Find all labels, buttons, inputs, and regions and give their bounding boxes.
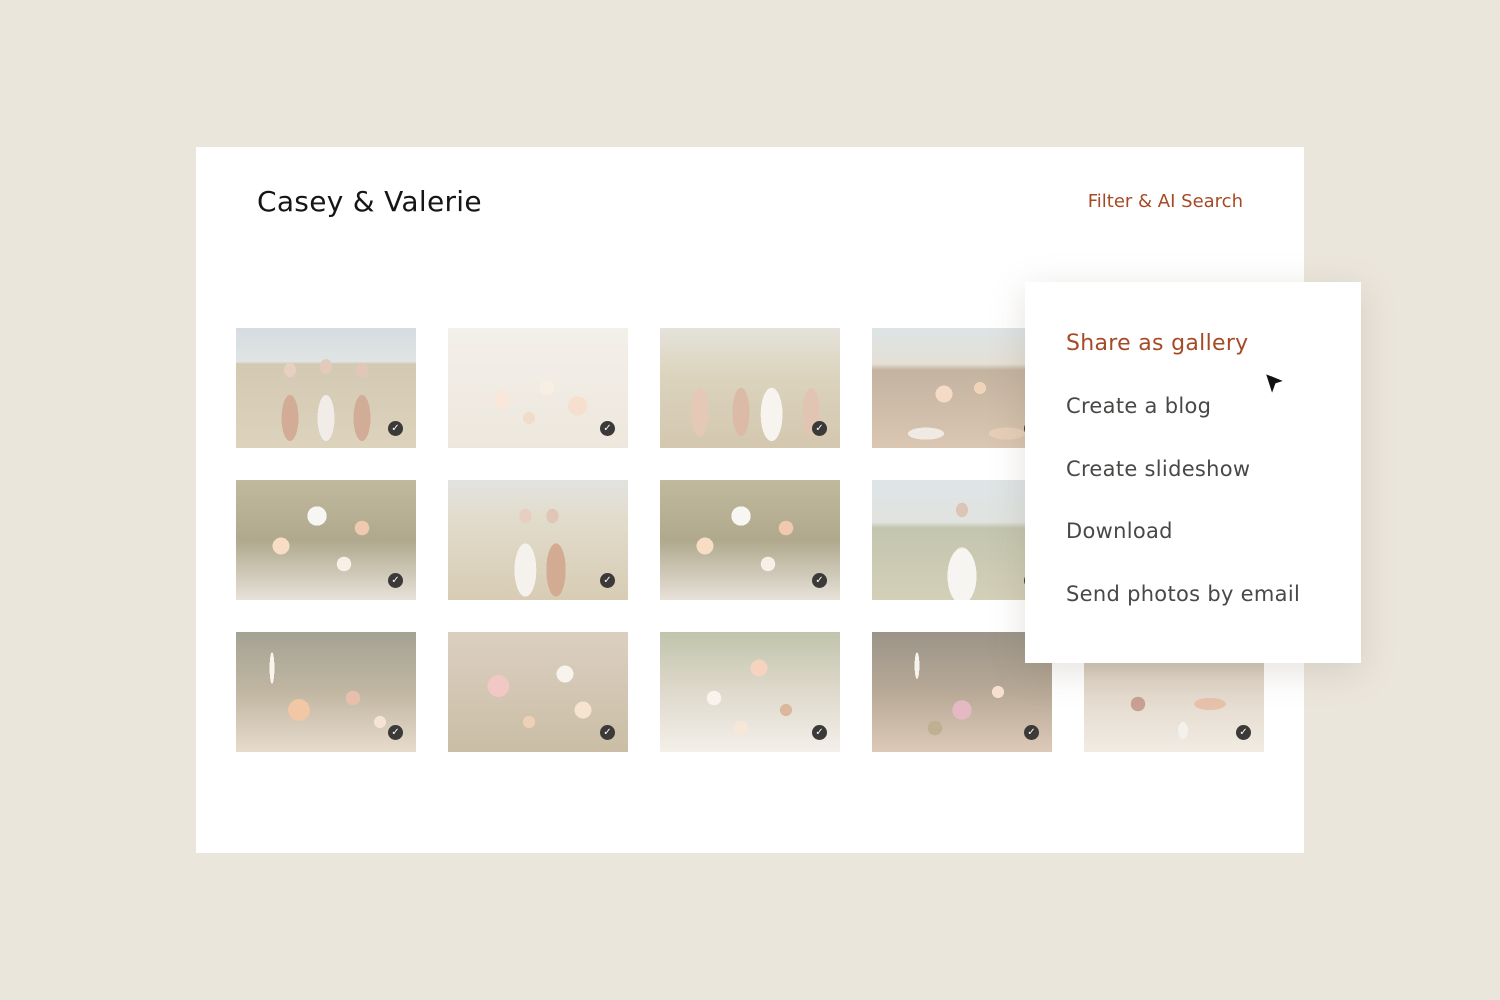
menu-item-share-as-gallery[interactable]: Share as gallery: [1066, 331, 1249, 356]
check-circle-icon[interactable]: ✓: [1236, 725, 1251, 740]
check-circle-icon[interactable]: ✓: [812, 573, 827, 588]
check-circle-icon[interactable]: ✓: [388, 725, 403, 740]
photo-thumbnail[interactable]: ✓: [448, 632, 628, 752]
photo-thumbnail[interactable]: ✓: [236, 480, 416, 600]
menu-item-send-photos-email[interactable]: Send photos by email: [1066, 582, 1300, 606]
photo-thumbnail[interactable]: ✓: [660, 480, 840, 600]
photo-thumbnail[interactable]: ✓: [236, 328, 416, 448]
photo-thumbnail[interactable]: ✓: [448, 328, 628, 448]
mouse-pointer-icon: [1264, 372, 1286, 396]
check-circle-icon[interactable]: ✓: [388, 573, 403, 588]
photo-thumbnail[interactable]: ✓: [236, 632, 416, 752]
menu-item-download[interactable]: Download: [1066, 519, 1173, 543]
actions-dropdown-menu: Share as gallery Create a blog Create sl…: [1025, 282, 1361, 663]
check-circle-icon[interactable]: ✓: [812, 725, 827, 740]
check-circle-icon[interactable]: ✓: [812, 421, 827, 436]
menu-item-create-blog[interactable]: Create a blog: [1066, 394, 1211, 418]
filter-ai-search-link[interactable]: Filter & AI Search: [1088, 191, 1243, 212]
photo-thumbnail[interactable]: ✓: [660, 632, 840, 752]
check-circle-icon[interactable]: ✓: [600, 573, 615, 588]
photo-thumbnail[interactable]: ✓: [660, 328, 840, 448]
check-circle-icon[interactable]: ✓: [1024, 725, 1039, 740]
check-circle-icon[interactable]: ✓: [388, 421, 403, 436]
page-title: Casey & Valerie: [257, 185, 482, 218]
photo-thumbnail[interactable]: ✓: [448, 480, 628, 600]
check-circle-icon[interactable]: ✓: [600, 725, 615, 740]
check-circle-icon[interactable]: ✓: [600, 421, 615, 436]
menu-item-create-slideshow[interactable]: Create slideshow: [1066, 457, 1250, 481]
